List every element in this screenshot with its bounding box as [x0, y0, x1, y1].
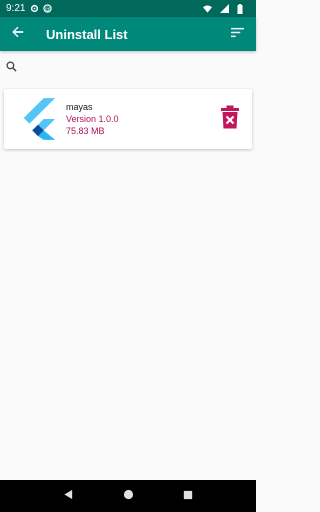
app-bar: Uninstall List	[0, 17, 256, 51]
svg-text:@: @	[45, 7, 50, 13]
app-info: mayas Version 1.0.0 75.83 MB	[66, 102, 119, 136]
square-recents-icon	[183, 487, 193, 505]
delete-button[interactable]	[218, 105, 242, 133]
delete-icon	[220, 105, 240, 134]
sync-icon: @	[43, 4, 53, 13]
app-name: mayas	[66, 102, 93, 112]
nav-back-button[interactable]	[58, 486, 78, 506]
app-version: Version 1.0.0	[66, 114, 119, 124]
search-input[interactable]	[23, 62, 223, 74]
back-arrow-icon	[11, 25, 25, 44]
search-icon	[6, 59, 17, 77]
nav-home-button[interactable]	[118, 486, 138, 506]
battery-icon	[237, 4, 246, 14]
circle-home-icon	[123, 487, 134, 505]
system-nav-bar	[0, 480, 256, 512]
search-bar[interactable]	[6, 56, 250, 80]
status-time: 9:21	[6, 3, 26, 14]
signal-icon	[220, 4, 229, 13]
page-title: Uninstall List	[46, 26, 128, 42]
app-size: 75.83 MB	[66, 126, 105, 136]
status-bar: 9:21 @	[0, 0, 256, 17]
sort-button[interactable]	[222, 17, 252, 51]
flutter-logo-icon	[16, 95, 60, 143]
triangle-back-icon	[63, 487, 74, 505]
app-list-item[interactable]: mayas Version 1.0.0 75.83 MB	[4, 89, 252, 149]
wifi-icon	[203, 4, 212, 13]
back-button[interactable]	[0, 17, 36, 51]
nav-recents-button[interactable]	[178, 486, 198, 506]
sort-icon	[230, 25, 244, 43]
settings-gear-icon	[30, 4, 39, 13]
